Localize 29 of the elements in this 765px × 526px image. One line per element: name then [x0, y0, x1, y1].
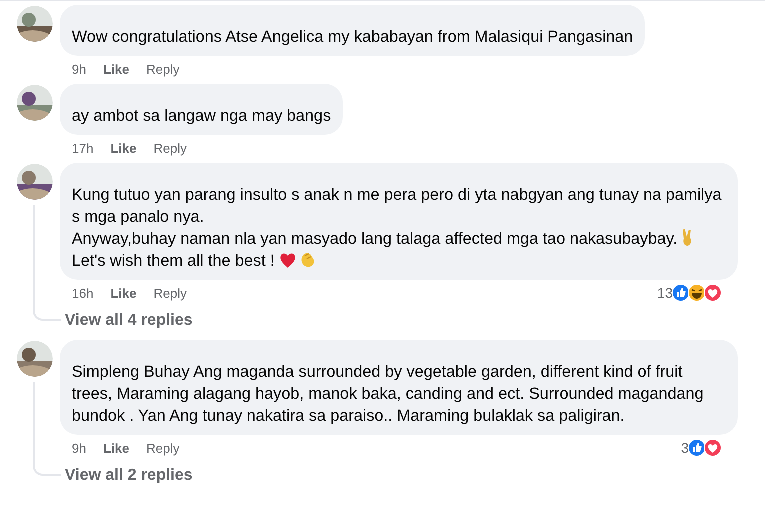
timestamp: 9h	[72, 62, 86, 76]
reaction-count: 13	[657, 285, 673, 301]
reply-link[interactable]: Reply	[154, 286, 187, 300]
reaction-count: 3	[681, 440, 689, 456]
timestamp: 17h	[72, 140, 94, 156]
comment-text: Let's wish them all the best !	[72, 252, 275, 270]
comment-text: ay ambot sa langaw nga may bangs	[72, 107, 332, 125]
timestamp: 9h	[72, 440, 86, 456]
reply-link[interactable]: Reply	[146, 440, 180, 456]
comment-text: Simpleng Buhay Ang maganda surrounded by vegetable garden, different kind of fruit trees, Maraming alagang hayob, manok baka, canding and ect. Surrounded magandang bundok . Yan Ang tunay nakatira sa paraiso.. Maraming bulaklak sa paligiran.	[72, 363, 704, 425]
like-link[interactable]: Like	[110, 140, 137, 156]
view-replies-link[interactable]: View all 4 replies	[65, 312, 193, 330]
like-link[interactable]: Like	[103, 62, 130, 76]
like-reaction-icon	[688, 439, 706, 457]
like-link[interactable]: Like	[110, 286, 137, 300]
reply-link[interactable]: Reply	[146, 62, 180, 76]
like-link[interactable]: Like	[103, 440, 130, 456]
view-replies-link[interactable]: View all 2 replies	[65, 467, 193, 485]
timestamp: 16h	[72, 286, 94, 300]
victory-hand-icon	[682, 229, 692, 246]
comment-text: Kung tutuo yan parang insulto s anak n me pera pero di yta nabgyan ang tunay na pamilya s mga panalo nya.	[72, 186, 722, 226]
comment-text: Wow congratulations Atse Angelica my kababayan from Malasiqui Pangasinan	[72, 28, 634, 46]
comment-text: Anyway,buhay naman nla yan masyado lang talaga affected mga tao nakasubaybay.	[72, 230, 678, 248]
heart-reaction-icon	[704, 439, 722, 457]
heart-reaction-icon	[704, 284, 722, 302]
like-reaction-icon	[672, 284, 690, 302]
laughing-face-reaction-icon	[688, 284, 706, 302]
heart-icon	[280, 253, 296, 268]
reply-link[interactable]: Reply	[154, 140, 187, 156]
